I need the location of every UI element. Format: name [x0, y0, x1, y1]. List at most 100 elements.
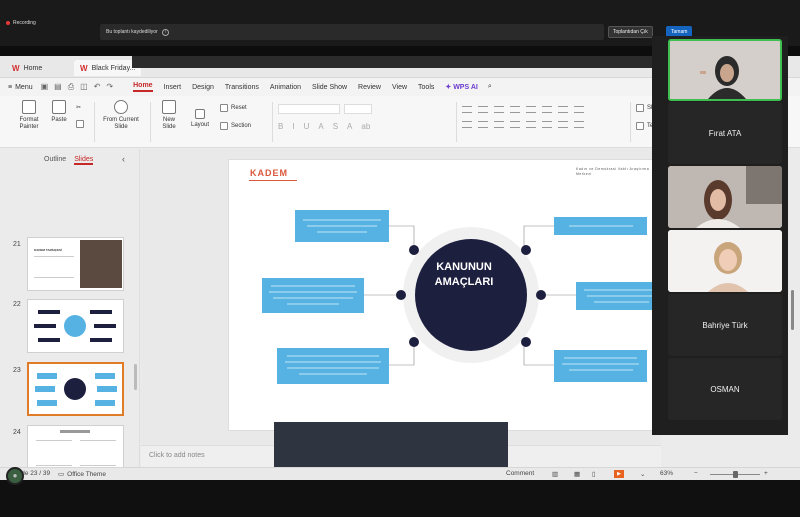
participant-tile-osman[interactable]: OSMAN [668, 358, 782, 420]
slide-thumbnail-23[interactable] [27, 362, 124, 416]
bold-icon[interactable]: B [278, 122, 283, 131]
panel-scrollbar[interactable] [134, 364, 137, 390]
participant-tile-speaker[interactable] [668, 39, 782, 101]
layout-button[interactable]: Layout [186, 109, 214, 129]
info-icon[interactable]: i [161, 28, 169, 36]
divider [456, 102, 457, 142]
wps-logo-icon: W [80, 63, 88, 73]
recording-banner: Bu toplantı kaydediliyor i [100, 24, 604, 40]
font-name-select[interactable] [278, 104, 340, 114]
collapse-panel-icon[interactable]: ‹ [122, 154, 125, 164]
align-icon[interactable] [558, 106, 568, 113]
align-icon[interactable] [542, 121, 552, 128]
slide-thumbnail-22[interactable] [27, 299, 124, 353]
preview-icon[interactable]: ◫ [80, 82, 88, 92]
paste-button[interactable]: Paste [46, 100, 72, 124]
leave-meeting-button[interactable]: Toplantıdan Çık [608, 26, 653, 38]
shadow-icon[interactable]: S [333, 122, 338, 131]
open-icon[interactable]: ▤ [54, 82, 62, 92]
participant-tile-bahriye[interactable]: Bahriye Türk [668, 294, 782, 356]
section-button[interactable]: Section [220, 122, 251, 130]
slideshow-play-icon[interactable]: ▶ [614, 470, 624, 478]
align-icon[interactable] [526, 106, 536, 113]
align-icon[interactable] [558, 121, 568, 128]
participant-name: Fırat ATA [708, 129, 742, 138]
align-icon[interactable] [494, 121, 504, 128]
font-size-select[interactable] [344, 104, 372, 114]
align-icon[interactable] [478, 106, 488, 113]
reset-button[interactable]: Reset [220, 104, 247, 112]
zoom-in-icon[interactable]: + [764, 470, 768, 477]
italic-icon[interactable]: I [292, 122, 294, 131]
zoom-out-icon[interactable]: − [694, 470, 698, 477]
recording-banner-text: Bu toplantı kaydediliyor [106, 29, 158, 35]
reading-view-icon[interactable]: ▯ [592, 470, 596, 478]
tab-tools[interactable]: Tools [418, 84, 434, 91]
search-icon[interactable]: ⌕ [488, 83, 492, 91]
current-slide[interactable]: KADEM Kadın ve Demokrasi Vakfı Araştırma… [228, 159, 659, 431]
participant-name: Bahriye Türk [702, 321, 748, 330]
align-icon[interactable] [574, 106, 584, 113]
underline-icon[interactable]: U [304, 122, 310, 131]
tab-slides[interactable]: Slides [74, 156, 94, 165]
cut-button[interactable]: ✂ [76, 104, 81, 111]
tab-slide-show[interactable]: Slide Show [312, 84, 347, 91]
thumbnail-diagram [34, 310, 116, 342]
tab-transitions[interactable]: Transitions [225, 84, 259, 91]
align-icon[interactable] [478, 121, 488, 128]
undo-icon[interactable]: ↶ [94, 82, 101, 92]
divider [150, 102, 151, 142]
wps-ai-button[interactable]: ✦ WPS AI [445, 83, 477, 91]
print-icon[interactable]: ⎙ [68, 82, 74, 92]
align-icon[interactable] [542, 106, 552, 113]
align-icon[interactable] [494, 106, 504, 113]
new-slide-icon [162, 100, 176, 114]
participant-tile-video-2[interactable] [668, 166, 782, 228]
tab-review[interactable]: Review [358, 84, 381, 91]
new-slide-button[interactable]: New Slide [156, 100, 182, 131]
align-icon[interactable] [526, 121, 536, 128]
slide-sorter-icon[interactable]: ▦ [574, 470, 580, 478]
hub-title-line2: AMAÇLARI [434, 276, 494, 288]
format-painter-button[interactable]: Format Painter [14, 100, 44, 131]
comment-button[interactable]: Comment [506, 470, 534, 477]
font-color-icon[interactable]: A [347, 122, 352, 131]
participants-panel: Fırat ATA Bahriye Türk OSMAN [652, 36, 788, 435]
redo-icon[interactable]: ↷ [106, 82, 113, 92]
theme-label: Office Theme [67, 470, 106, 478]
tab-insert[interactable]: Insert [164, 84, 182, 91]
more-views-icon[interactable]: ⌄ [640, 470, 645, 478]
theme-indicator[interactable]: ▭ Office Theme [58, 470, 106, 479]
align-icon[interactable] [462, 121, 472, 128]
align-icon[interactable] [462, 106, 472, 113]
main-menu-button[interactable]: ≡ Menu [8, 84, 33, 91]
save-icon[interactable]: ▣ [41, 82, 49, 92]
tab-design[interactable]: Design [192, 84, 214, 91]
tab-view[interactable]: View [392, 84, 407, 91]
mind-map-diagram [262, 210, 659, 384]
from-current-slide-button[interactable]: From Current Slide [98, 100, 144, 131]
align-icon[interactable] [510, 106, 520, 113]
participant-tile-firat[interactable]: Fırat ATA [668, 102, 782, 164]
tab-outline[interactable]: Outline [44, 156, 66, 165]
align-icon[interactable] [510, 121, 520, 128]
strikethrough-icon[interactable]: A [318, 122, 323, 131]
tab-home[interactable]: Home [133, 82, 153, 92]
highlight-icon[interactable]: ab [361, 122, 370, 131]
text-format-buttons: B I U A S A ab [278, 122, 370, 131]
slide-number: 23 [13, 367, 21, 374]
normal-view-icon[interactable]: ▥ [552, 470, 558, 478]
zoom-level[interactable]: 63% [660, 470, 673, 477]
align-icon[interactable] [574, 121, 584, 128]
tab-animation[interactable]: Animation [270, 84, 301, 91]
copy-button[interactable] [76, 120, 84, 128]
content-box [554, 350, 647, 382]
slide-thumbnail-21[interactable]: KADEM TARİHÇESİ [27, 237, 124, 291]
participant-tile-video-3[interactable] [668, 230, 782, 292]
zoom-slider-knob[interactable] [733, 471, 738, 478]
participants-scrollbar[interactable] [791, 290, 794, 330]
recording-dot-icon [6, 21, 10, 25]
self-avatar-icon[interactable]: ● [6, 467, 24, 485]
panel-tabs: Outline Slides [44, 156, 94, 165]
browser-tab-home[interactable]: W Home [6, 60, 48, 76]
